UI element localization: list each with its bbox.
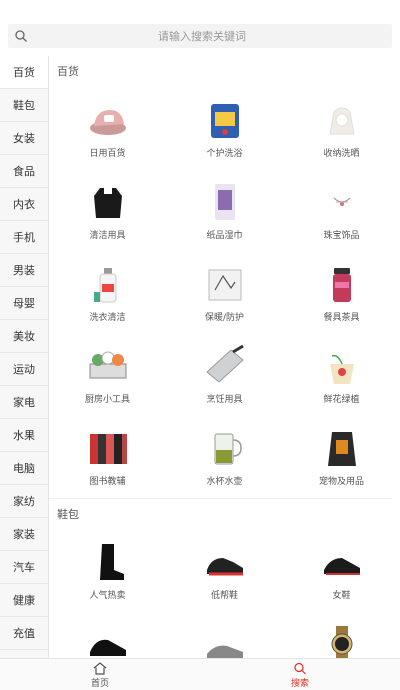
sidebar-item[interactable]: 充值 (0, 617, 48, 650)
sidebar-item[interactable]: 母婴 (0, 287, 48, 320)
category-label: 水杯水壶 (206, 477, 243, 487)
sidebar-item[interactable]: 汽车 (0, 551, 48, 584)
category-item[interactable]: 收纳洗晒 (283, 88, 400, 170)
category-item[interactable]: 女鞋 (283, 530, 400, 612)
detergent-icon (93, 268, 116, 303)
tissue-pack-icon (210, 104, 239, 138)
tab-search[interactable]: 搜索 (270, 659, 330, 690)
mask-pack-icon (208, 269, 241, 301)
sidebar-item[interactable]: 鞋包 (0, 89, 48, 122)
tab-label: 搜索 (290, 679, 309, 689)
paper-roll-icon (214, 184, 235, 220)
category-item[interactable]: 图书教辅 (49, 416, 166, 498)
pet-food-icon (327, 432, 356, 466)
hanger-clip-icon (328, 107, 355, 135)
sidebar-item[interactable]: 家电 (0, 386, 48, 419)
category-content: 百货 日用百货 个护洗浴 收纳洗晒 清洁用具 纸品湿巾 珠宝饰品 洗衣清洁 保暖… (49, 56, 400, 658)
women-sneaker-icon (323, 558, 360, 575)
boot-icon (99, 544, 124, 580)
category-item[interactable]: 纸品湿巾 (166, 170, 283, 252)
category-label: 洗衣清洁 (89, 313, 126, 323)
category-item[interactable]: 日用百货 (49, 88, 166, 170)
sidebar-item[interactable]: 健康 (0, 584, 48, 617)
category-label: 珠宝饰品 (323, 231, 360, 241)
sneaker-icon (89, 639, 126, 656)
sidebar-item[interactable]: 电脑 (0, 452, 48, 485)
category-item[interactable]: 人气热卖 (49, 530, 166, 612)
category-item[interactable]: 低帮鞋 (166, 530, 283, 612)
category-label: 厨房小工具 (84, 395, 130, 405)
home-icon (93, 662, 107, 675)
category-sidebar: 百货 鞋包 女装 食品 内衣 手机 男装 母婴 美妆 运动 家电 水果 电脑 家… (0, 56, 49, 658)
category-label: 收纳洗晒 (323, 149, 360, 159)
sidebar-item[interactable]: 女装 (0, 122, 48, 155)
category-item[interactable]: 洗衣清洁 (49, 252, 166, 334)
trash-bag-icon (93, 188, 122, 218)
category-label: 个护洗浴 (206, 149, 243, 159)
search-bar (0, 0, 400, 56)
section-title: 鞋包 (49, 498, 392, 530)
slipper-icon (89, 110, 126, 135)
sidebar-item[interactable]: 水果 (0, 419, 48, 452)
category-label: 日用百货 (89, 149, 126, 159)
category-item[interactable] (166, 612, 283, 658)
category-label: 图书教辅 (89, 477, 126, 487)
tab-label: 首页 (90, 679, 109, 689)
category-item[interactable]: 个护洗浴 (166, 88, 283, 170)
sidebar-item[interactable]: 内衣 (0, 188, 48, 221)
glass-cup-icon (214, 433, 242, 465)
books-icon (89, 434, 127, 464)
category-item[interactable]: 鲜花绿植 (283, 334, 400, 416)
category-item[interactable]: 餐具茶具 (283, 252, 400, 334)
sneaker-icon (206, 558, 243, 576)
shoe-icon (206, 645, 243, 658)
category-item[interactable]: 保暖/防护 (166, 252, 283, 334)
sidebar-item[interactable]: 手机 (0, 221, 48, 254)
category-label: 女鞋 (332, 591, 351, 601)
category-item[interactable]: 清洁用具 (49, 170, 166, 252)
category-item[interactable]: 水杯水壶 (166, 416, 283, 498)
flower-pot-icon (329, 354, 354, 384)
category-grid: 人气热卖 低帮鞋 女鞋 (49, 530, 400, 658)
sidebar-item[interactable]: 运动 (0, 353, 48, 386)
jewelry-icon (333, 197, 350, 206)
category-label: 清洁用具 (89, 231, 126, 241)
category-label: 保暖/防护 (204, 313, 245, 323)
sidebar-item[interactable]: 家装 (0, 518, 48, 551)
search-icon (294, 662, 306, 675)
thermos-icon (332, 268, 351, 302)
category-item[interactable]: 珠宝饰品 (283, 170, 400, 252)
cleaver-icon (205, 344, 244, 383)
watch-icon (331, 626, 352, 658)
tab-home[interactable]: 首页 (70, 659, 130, 690)
search-icon (15, 30, 27, 42)
sidebar-item[interactable]: 男装 (0, 254, 48, 287)
category-label: 人气热卖 (89, 591, 126, 601)
search-input[interactable] (32, 24, 372, 48)
category-label: 宠物及用品 (318, 477, 364, 487)
bottom-tabbar: 首页 搜索 (0, 658, 400, 690)
sidebar-item[interactable]: 百货 (0, 56, 48, 89)
sidebar-item[interactable]: 食品 (0, 155, 48, 188)
category-item[interactable] (283, 612, 400, 658)
category-label: 低帮鞋 (210, 591, 238, 601)
category-label: 纸品湿巾 (206, 231, 243, 241)
search-box[interactable] (8, 24, 392, 48)
category-item[interactable]: 宠物及用品 (283, 416, 400, 498)
sidebar-item[interactable]: 美妆 (0, 320, 48, 353)
category-item[interactable]: 厨房小工具 (49, 334, 166, 416)
category-item[interactable] (49, 612, 166, 658)
category-label: 烹饪用具 (206, 395, 243, 405)
dish-rack-icon (89, 351, 126, 379)
category-item[interactable]: 烹饪用具 (166, 334, 283, 416)
sidebar-item[interactable]: 家纺 (0, 485, 48, 518)
category-label: 鲜花绿植 (323, 395, 360, 405)
category-label: 餐具茶具 (323, 313, 360, 323)
section-title: 百货 (57, 65, 79, 78)
category-grid: 日用百货 个护洗浴 收纳洗晒 清洁用具 纸品湿巾 珠宝饰品 洗衣清洁 保暖/防护… (49, 88, 400, 498)
